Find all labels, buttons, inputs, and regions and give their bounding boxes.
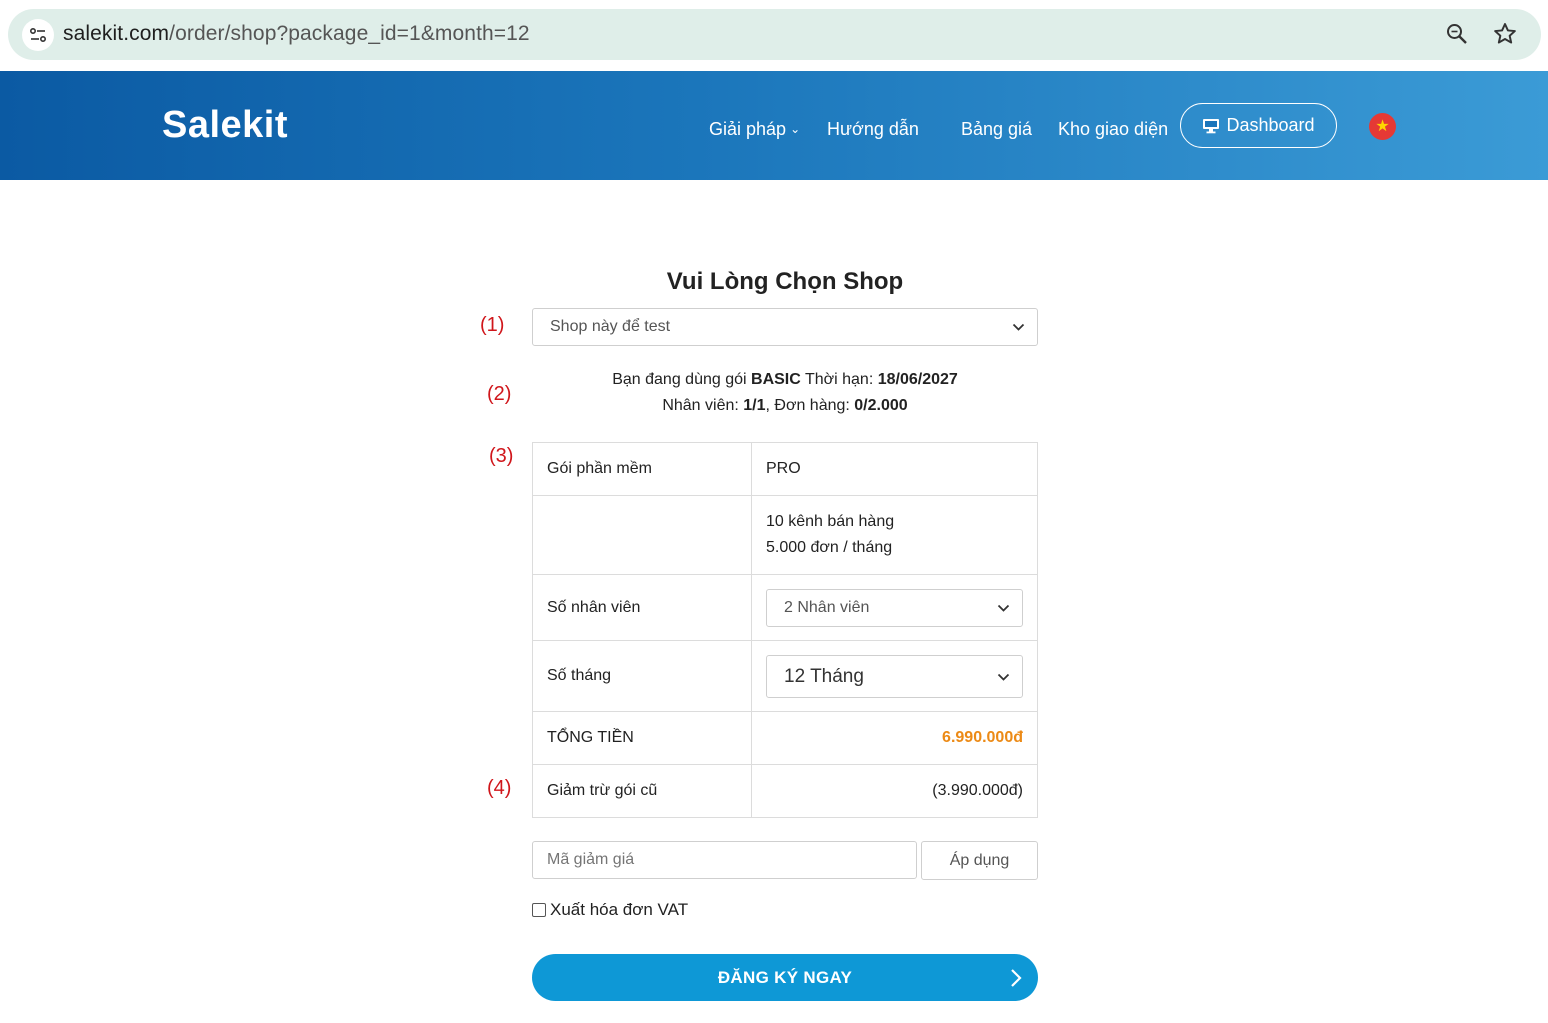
bookmark-star-icon[interactable] — [1492, 21, 1518, 52]
staff-usage-value: 1/1 — [743, 397, 766, 414]
staff-select-value: 2 Nhân viên — [784, 598, 870, 616]
staff-label: Số nhân viên — [532, 574, 752, 641]
nav-huong-dan[interactable]: Hướng dẫn — [827, 119, 919, 140]
chevron-down-icon — [997, 673, 1010, 681]
chevron-down-icon — [997, 604, 1010, 612]
current-plan-name: BASIC — [751, 371, 801, 388]
empty-cell — [532, 495, 752, 575]
coupon-input[interactable] — [533, 842, 916, 878]
months-select-value: 12 Tháng — [784, 665, 864, 687]
url-path: /order/shop?package_id=1&month=12 — [169, 22, 530, 45]
dashboard-label: Dashboard — [1226, 115, 1315, 135]
chevron-down-icon: ⌄ — [790, 122, 801, 136]
nav-kho-giao-dien[interactable]: Kho giao diện — [1058, 119, 1168, 140]
table-row: TỔNG TIỀN 6.990.000đ — [532, 711, 1038, 765]
table-row: Số tháng 12 Tháng — [532, 640, 1038, 712]
discount-label: Giảm trừ gói cũ — [532, 764, 752, 818]
package-features: 10 kênh bán hàng 5.000 đơn / tháng — [751, 495, 1038, 575]
register-now-button[interactable]: ĐĂNG KÝ NGAY — [532, 954, 1038, 1001]
expiry-date: 18/06/2027 — [877, 371, 958, 388]
vat-label: Xuất hóa đơn VAT — [550, 900, 689, 919]
site-header: Salekit Giải pháp ⌄ Hướng dẫn Bảng giá Kh… — [0, 71, 1548, 180]
coupon-field[interactable] — [532, 841, 917, 879]
url-text[interactable]: salekit.com/order/shop?package_id=1&mont… — [63, 22, 530, 46]
current-usage-info: Nhân viên: 1/1, Đơn hàng: 0/2.000 — [532, 397, 1038, 415]
table-row: 10 kênh bán hàng 5.000 đơn / tháng — [532, 495, 1038, 575]
chevron-down-icon — [1012, 323, 1025, 331]
current-plan-info: Bạn đang dùng gói BASIC Thời hạn: 18/06/… — [532, 371, 1038, 389]
page-title: Vui Lòng Chọn Shop — [666, 268, 904, 295]
salekit-logo[interactable]: Salekit — [162, 104, 288, 147]
chevron-right-icon — [1011, 969, 1022, 987]
zoom-icon[interactable] — [1445, 22, 1469, 51]
expiry-label: Thời hạn: — [800, 371, 878, 388]
shop-select-value: Shop này để test — [550, 318, 671, 335]
url-host: salekit.com — [63, 22, 170, 45]
staff-cell: 2 Nhân viên — [751, 574, 1038, 641]
discount-value: (3.990.000đ) — [751, 764, 1038, 818]
orders-usage-value: 0/2.000 — [854, 397, 908, 414]
annotation-marker-4: (4) — [487, 777, 512, 799]
site-info-icon[interactable] — [22, 19, 54, 51]
total-label: TỔNG TIỀN — [532, 711, 752, 765]
table-row: Giảm trừ gói cũ (3.990.000đ) — [532, 764, 1038, 818]
browser-toolbar: salekit.com/order/shop?package_id=1&mont… — [0, 0, 1548, 71]
current-plan-text: Bạn đang dùng gói — [612, 371, 752, 388]
nav-label: Giải pháp — [709, 119, 787, 139]
apply-coupon-button[interactable]: Áp dụng — [921, 841, 1038, 880]
total-price: 6.990.000đ — [751, 711, 1038, 765]
dashboard-button[interactable]: Dashboard — [1180, 103, 1337, 148]
package-value: PRO — [751, 442, 1038, 496]
table-row: Số nhân viên 2 Nhân viên — [532, 574, 1038, 641]
monitor-icon — [1203, 118, 1220, 133]
staff-select[interactable]: 2 Nhân viên — [766, 588, 1023, 627]
months-cell: 12 Tháng — [751, 640, 1038, 712]
annotation-marker-3: (3) — [489, 445, 514, 467]
annotation-marker-2: (2) — [487, 383, 512, 405]
vat-checkbox-row[interactable]: Xuất hóa đơn VAT — [532, 900, 688, 920]
feature-channels: 10 kênh bán hàng — [766, 513, 895, 530]
months-label: Số tháng — [532, 640, 752, 712]
register-now-label: ĐĂNG KÝ NGAY — [717, 967, 853, 987]
address-bar[interactable]: salekit.com/order/shop?package_id=1&mont… — [8, 9, 1541, 60]
nav-bang-gia[interactable]: Bảng giá — [961, 119, 1032, 140]
nav-giai-phap[interactable]: Giải pháp ⌄ — [709, 119, 800, 140]
package-label: Gói phần mềm — [532, 442, 752, 496]
vat-checkbox[interactable] — [532, 903, 546, 917]
table-row: Gói phần mềm PRO — [532, 442, 1038, 496]
annotation-marker-1: (1) — [480, 314, 505, 336]
package-table: Gói phần mềm PRO 10 kênh bán hàng 5.000 … — [532, 442, 1038, 818]
feature-orders: 5.000 đơn / tháng — [766, 539, 893, 556]
vietnam-flag-icon[interactable]: ★ — [1369, 113, 1396, 140]
staff-usage-label: Nhân viên: — [662, 397, 744, 414]
months-select[interactable]: 12 Tháng — [766, 654, 1023, 698]
shop-select[interactable]: Shop này để test — [532, 308, 1038, 346]
orders-usage-label: , Đơn hàng: — [765, 397, 855, 414]
